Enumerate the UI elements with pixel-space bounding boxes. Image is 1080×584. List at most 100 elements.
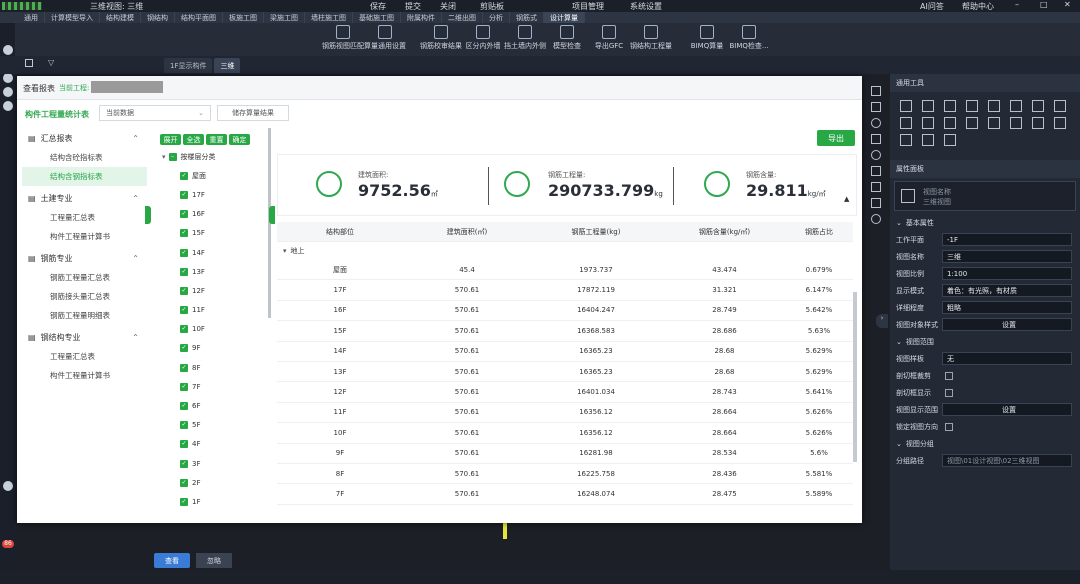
ai-qa-button[interactable]: AI问答: [920, 1, 944, 12]
tree-checkbox[interactable]: ✓: [180, 402, 188, 411]
tool-icon[interactable]: [922, 134, 934, 146]
tree-item[interactable]: ✓ 16F: [158, 205, 271, 224]
nav-item[interactable]: 钢筋工程量明细表: [22, 306, 147, 325]
layer-icon[interactable]: [2, 73, 13, 83]
ribbon-tab[interactable]: 梁施工图: [264, 12, 305, 23]
tool-icon[interactable]: [966, 100, 978, 112]
view-tool-icon[interactable]: [871, 214, 881, 224]
nav-item[interactable]: 钢筋接头量汇总表: [22, 287, 147, 306]
property-value[interactable]: -1F: [942, 233, 1072, 246]
table-row[interactable]: 8F 570.61 16225.758 28.436 5.581%: [277, 464, 853, 485]
export-button[interactable]: 导出: [817, 130, 855, 146]
tree-checkbox[interactable]: ✓: [180, 325, 188, 334]
property-value[interactable]: 设置: [942, 403, 1072, 416]
view-tool-icon[interactable]: [871, 134, 881, 144]
property-value[interactable]: 无: [942, 352, 1072, 365]
tree-item[interactable]: ✓ 14F: [158, 243, 271, 262]
tree-checkbox[interactable]: ✓: [180, 210, 188, 219]
help-center-button[interactable]: 帮助中心: [962, 1, 994, 12]
ribbon-tab[interactable]: 结构平面图: [175, 12, 223, 23]
view-button[interactable]: 查看: [154, 553, 190, 568]
property-value[interactable]: 设置: [942, 318, 1072, 331]
tool-icon[interactable]: [988, 117, 1000, 129]
nav-group-header[interactable]: ▤ 土建专业 ⌃: [22, 188, 147, 208]
tree-action-button[interactable]: 重置: [206, 134, 227, 145]
close-icon[interactable]: ✕: [1064, 0, 1071, 9]
tool-icon[interactable]: [944, 100, 956, 112]
minimize-icon[interactable]: –: [1015, 0, 1019, 9]
tree-checkbox[interactable]: ✓: [180, 459, 188, 468]
tree-item[interactable]: ✓ 3F: [158, 454, 271, 473]
collapse-up-icon[interactable]: ▲: [844, 195, 849, 203]
tree-checkbox[interactable]: ✓: [180, 478, 188, 487]
close-project-button[interactable]: 关闭: [440, 1, 456, 12]
view-tool-icon[interactable]: [871, 86, 881, 96]
list-icon[interactable]: [2, 101, 13, 111]
tool-icon[interactable]: [1010, 100, 1022, 112]
tree-checkbox[interactable]: ✓: [180, 306, 188, 315]
tree-item[interactable]: ✓ 12F: [158, 281, 271, 300]
table-row[interactable]: 14F 570.61 16365.23 28.68 5.629%: [277, 342, 853, 362]
tool-icon[interactable]: [922, 117, 934, 129]
ribbon-tab[interactable]: 结构建模: [100, 12, 141, 23]
globe-icon[interactable]: [2, 45, 13, 55]
ribbon-tab[interactable]: 板施工图: [223, 12, 264, 23]
property-value[interactable]: 三维: [942, 250, 1072, 263]
tree-action-button[interactable]: 确定: [229, 134, 250, 145]
maximize-icon[interactable]: □: [1040, 0, 1048, 9]
table-row[interactable]: 9F 570.61 16281.98 28.534 5.6%: [277, 444, 853, 464]
nav-item[interactable]: 构件工程量计算书: [22, 366, 147, 385]
ribbon-tab[interactable]: 计算模型导入: [45, 12, 100, 23]
ribbon-button[interactable]: 模型检查: [546, 23, 588, 56]
nav-group-header[interactable]: ▤ 钢结构专业 ⌃: [22, 327, 147, 347]
ribbon-button[interactable]: BIMQ检查...: [728, 23, 770, 56]
collapse-nav-handle[interactable]: [145, 206, 151, 224]
tool-icon[interactable]: [900, 134, 912, 146]
tree-item[interactable]: ✓ 11F: [158, 301, 271, 320]
nav-item[interactable]: 工程量汇总表: [22, 347, 147, 366]
ignore-button[interactable]: 忽略: [196, 553, 232, 568]
file-icon[interactable]: [2, 87, 13, 97]
nav-group-header[interactable]: ▤ 汇总报表 ⌃: [22, 128, 147, 148]
view-tool-icon[interactable]: [871, 102, 881, 112]
project-manage-menu[interactable]: 项目管理: [572, 1, 604, 12]
ribbon-tab[interactable]: 通用: [18, 12, 45, 23]
tree-item[interactable]: ✓ 10F: [158, 320, 271, 339]
tree-checkbox[interactable]: ✓: [180, 440, 188, 449]
tree-item[interactable]: ✓ 1F: [158, 492, 271, 511]
view-tab-3d[interactable]: 三维: [214, 58, 241, 73]
ribbon-button[interactable]: 区分内外墙: [462, 23, 504, 56]
ribbon-button[interactable]: 钢筋视图匹配: [322, 23, 364, 56]
tree-checkbox[interactable]: ✓: [180, 248, 188, 257]
table-row[interactable]: 17F 570.61 17872.119 31.321 6.147%: [277, 280, 853, 301]
tool-icon[interactable]: [944, 117, 956, 129]
ribbon-tab[interactable]: 基础施工图: [353, 12, 401, 23]
tree-checkbox[interactable]: ✓: [180, 171, 188, 180]
group-section[interactable]: ⌄ 视图分组: [890, 435, 1080, 452]
tool-icon[interactable]: [966, 117, 978, 129]
tree-root-checkbox[interactable]: –: [168, 152, 177, 161]
property-value[interactable]: 着色：有光照，有材质: [942, 284, 1072, 297]
view-tab-1f[interactable]: 1F显示构件: [164, 58, 213, 73]
tree-item[interactable]: ✓ 8F: [158, 358, 271, 377]
tree-item[interactable]: ✓ 2F: [158, 473, 271, 492]
view-tool-icon[interactable]: [871, 182, 881, 192]
property-checkbox[interactable]: [945, 371, 953, 380]
ribbon-tab[interactable]: 墙柱施工图: [305, 12, 353, 23]
basic-section[interactable]: ⌄ 基本属性: [890, 214, 1080, 231]
tool-icon[interactable]: [922, 100, 934, 112]
tree-checkbox[interactable]: ✓: [180, 344, 188, 353]
expand-panel-handle[interactable]: ›: [876, 314, 888, 328]
group-row[interactable]: ▾ 地上: [277, 242, 853, 260]
data-select[interactable]: 当前数据 ⌄: [99, 105, 211, 121]
table-row[interactable]: 7F 570.61 16248.074 28.475 5.589%: [277, 484, 853, 505]
range-section[interactable]: ⌄ 视图范围: [890, 333, 1080, 350]
tool-icon[interactable]: [1032, 117, 1044, 129]
system-settings-menu[interactable]: 系统设置: [630, 1, 662, 12]
table-row[interactable]: 屋面 45.4 1973.737 43.474 0.679%: [277, 260, 853, 281]
ribbon-button[interactable]: 导出GFC: [588, 23, 630, 56]
view-type-selector[interactable]: 视图名称 三维视图: [894, 181, 1076, 211]
property-checkbox[interactable]: [945, 422, 953, 431]
tree-checkbox[interactable]: ✓: [180, 190, 188, 199]
tool-icon[interactable]: [900, 100, 912, 112]
